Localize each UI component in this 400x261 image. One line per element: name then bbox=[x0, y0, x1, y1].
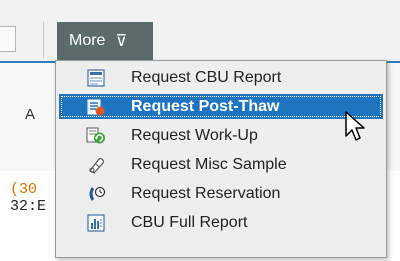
reservation-phone-clock-icon bbox=[85, 184, 107, 204]
chevron-down-icon: ⊽ bbox=[115, 33, 128, 50]
menu-item-cbu-full-report[interactable]: CBU Full Report bbox=[59, 210, 383, 235]
report-document-icon bbox=[85, 68, 107, 88]
background-text: 32:E bbox=[10, 198, 47, 215]
menu-item-request-cbu-report[interactable]: Request CBU Report bbox=[59, 65, 383, 90]
more-dropdown-menu: Request CBU Report Request Post-Thaw Req… bbox=[55, 60, 387, 258]
misc-sample-icon bbox=[85, 155, 107, 175]
menu-item-request-post-thaw[interactable]: Request Post-Thaw bbox=[59, 94, 383, 119]
toolbar-separator bbox=[43, 22, 44, 58]
menu-item-request-reservation[interactable]: Request Reservation bbox=[59, 181, 383, 206]
column-header-letter: A bbox=[25, 106, 36, 123]
menu-item-label: Request Reservation bbox=[131, 184, 281, 202]
more-button[interactable]: More ⊽ bbox=[57, 22, 153, 60]
menu-item-request-work-up[interactable]: Request Work-Up bbox=[59, 123, 383, 148]
background-link-text[interactable]: (30 bbox=[10, 181, 37, 198]
bar-chart-report-icon bbox=[85, 213, 107, 233]
toolbar: More ⊽ bbox=[0, 0, 400, 61]
work-up-refresh-icon bbox=[85, 126, 107, 146]
menu-item-request-misc-sample[interactable]: Request Misc Sample bbox=[59, 152, 383, 177]
menu-item-label: Request CBU Report bbox=[131, 68, 282, 86]
post-thaw-request-icon bbox=[85, 97, 107, 117]
menu-item-label: CBU Full Report bbox=[131, 213, 248, 231]
menu-item-label: Request Post-Thaw bbox=[131, 97, 280, 115]
more-button-label: More bbox=[69, 32, 106, 49]
menu-item-label: Request Misc Sample bbox=[131, 155, 287, 173]
mouse-pointer-icon bbox=[345, 111, 365, 141]
menu-item-label: Request Work-Up bbox=[131, 126, 258, 144]
toolbar-input-edge[interactable] bbox=[0, 26, 16, 52]
